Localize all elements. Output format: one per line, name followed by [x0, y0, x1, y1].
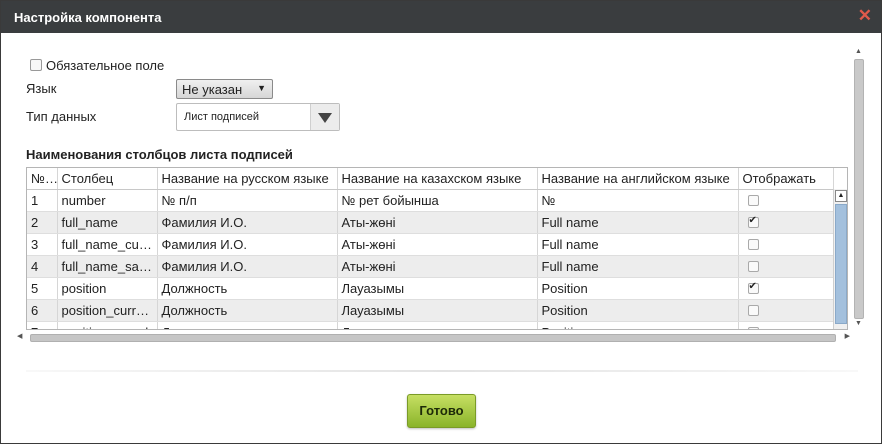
display-checkbox[interactable]	[747, 260, 759, 272]
column-header-kazakh[interactable]: Название на казахском языке	[337, 168, 538, 190]
cell-num: 1	[27, 189, 58, 212]
table-row[interactable]: 1 number № п/п № рет бойынша №	[27, 189, 834, 212]
table-row[interactable]: 5 position Должность Лауазымы Position	[27, 277, 834, 300]
table-row[interactable]: 6 position_current Должность Лауазымы Po…	[27, 299, 834, 322]
cell-english[interactable]: Position	[537, 277, 739, 300]
cell-russian[interactable]: Должность	[157, 277, 338, 300]
cell-english[interactable]: Full name	[537, 255, 739, 278]
done-button[interactable]: Готово	[407, 394, 476, 428]
cell-column[interactable]: position_current	[57, 299, 158, 322]
cell-english[interactable]: Full name	[537, 233, 739, 256]
cell-english[interactable]: Position	[537, 321, 739, 329]
datatype-label: Тип данных	[26, 109, 97, 124]
column-header-display[interactable]: Отображать	[738, 168, 834, 190]
column-header-russian[interactable]: Название на русском языке	[157, 168, 338, 190]
close-icon[interactable]: ✕	[858, 7, 872, 24]
cell-display	[738, 255, 834, 278]
cell-kazakh[interactable]: Аты-жөні	[337, 211, 538, 234]
cell-kazakh[interactable]: № рет бойынша	[337, 189, 538, 212]
cell-column[interactable]: full_name_cur...	[57, 233, 158, 256]
display-checkbox[interactable]	[747, 326, 759, 329]
required-field-label: Обязательное поле	[46, 58, 165, 73]
cell-russian[interactable]: Фамилия И.О.	[157, 211, 338, 234]
dialog-titlebar: Настройка компонента ✕	[1, 1, 881, 33]
cell-russian[interactable]: Должность	[157, 299, 338, 322]
cell-kazakh[interactable]: Аты-жөні	[337, 255, 538, 278]
cell-russian[interactable]: Фамилия И.О.	[157, 255, 338, 278]
cell-kazakh[interactable]: Лауазымы	[337, 299, 538, 322]
scroll-up-arrow-icon[interactable]: ▲	[854, 47, 863, 56]
cell-num: 4	[27, 255, 58, 278]
cell-display	[738, 211, 834, 234]
dialog-vertical-scrollbar[interactable]: ▲ ▼	[852, 47, 865, 331]
cell-num: 2	[27, 211, 58, 234]
required-field-checkbox[interactable]	[30, 59, 42, 71]
scroll-up-arrow-icon[interactable]: ▲	[835, 190, 847, 202]
scroll-thumb[interactable]	[854, 59, 864, 319]
table-row[interactable]: 4 full_name_sav... Фамилия И.О. Аты-жөні…	[27, 255, 834, 278]
scroll-down-arrow-icon[interactable]: ▼	[854, 319, 863, 328]
signature-columns-title: Наименования столбцов листа подписей	[26, 147, 293, 162]
cell-num: 3	[27, 233, 58, 256]
column-header-column[interactable]: Столбец	[57, 168, 158, 190]
cell-russian[interactable]: Должность	[157, 321, 338, 329]
cell-num: 6	[27, 299, 58, 322]
datatype-dropdown-button[interactable]	[310, 104, 339, 130]
grid-header-row: № п Столбец Название на русском языке На…	[27, 168, 834, 190]
display-checkbox[interactable]	[747, 215, 759, 228]
scroll-right-arrow-icon[interactable]: ▶	[845, 332, 850, 340]
cell-column[interactable]: position	[57, 277, 158, 300]
grid-scroll-thumb[interactable]	[835, 204, 847, 324]
signature-columns-grid: № п Столбец Название на русском языке На…	[26, 167, 848, 330]
language-label: Язык	[26, 81, 57, 96]
cell-display	[738, 189, 834, 212]
table-row[interactable]: 7 position_saved Должность Лауазымы Posi…	[27, 321, 834, 329]
display-checkbox[interactable]	[747, 281, 759, 294]
cell-russian[interactable]: № п/п	[157, 189, 338, 212]
cell-kazakh[interactable]: Лауазымы	[337, 277, 538, 300]
horizontal-scroll-thumb[interactable]	[30, 334, 836, 342]
display-checkbox[interactable]	[747, 238, 759, 250]
footer-divider	[26, 370, 858, 372]
scroll-left-arrow-icon[interactable]: ◀	[17, 332, 22, 340]
cell-column[interactable]: full_name_sav...	[57, 255, 158, 278]
language-select-value: Не указан	[182, 82, 243, 97]
display-checkbox[interactable]	[747, 194, 759, 206]
cell-num: 5	[27, 277, 58, 300]
datatype-select-value: Лист подписей	[184, 111, 260, 123]
cell-english[interactable]: №	[537, 189, 739, 212]
cell-display	[738, 299, 834, 322]
cell-column[interactable]: number	[57, 189, 158, 212]
required-field-row: Обязательное поле	[30, 58, 164, 73]
cell-english[interactable]: Position	[537, 299, 739, 322]
chevron-down-icon	[318, 113, 332, 123]
table-row[interactable]: 3 full_name_cur... Фамилия И.О. Аты-жөні…	[27, 233, 834, 256]
cell-display	[738, 321, 834, 329]
cell-display	[738, 277, 834, 300]
cell-num: 7	[27, 321, 58, 329]
cell-kazakh[interactable]: Лауазымы	[337, 321, 538, 329]
column-header-english[interactable]: Название на английском языке	[537, 168, 739, 190]
cell-english[interactable]: Full name	[537, 211, 739, 234]
datatype-select[interactable]: Лист подписей	[176, 103, 340, 131]
cell-column[interactable]: full_name	[57, 211, 158, 234]
cell-kazakh[interactable]: Аты-жөні	[337, 233, 538, 256]
grid-vertical-scrollbar[interactable]: ▲	[833, 189, 847, 329]
cell-column[interactable]: position_saved	[57, 321, 158, 329]
column-header-num[interactable]: № п	[27, 168, 58, 190]
display-checkbox[interactable]	[747, 304, 759, 316]
chevron-down-icon: ▼	[257, 83, 266, 93]
dialog-title: Настройка компонента	[14, 10, 162, 25]
grid-horizontal-scrollbar[interactable]: ◀ ▶	[17, 332, 850, 344]
cell-display	[738, 233, 834, 256]
component-settings-dialog: Настройка компонента ✕ ▲ ▼ Обязательное …	[0, 0, 882, 444]
table-row[interactable]: 2 full_name Фамилия И.О. Аты-жөні Full n…	[27, 211, 834, 234]
language-select[interactable]: Не указан ▼	[176, 79, 273, 99]
cell-russian[interactable]: Фамилия И.О.	[157, 233, 338, 256]
